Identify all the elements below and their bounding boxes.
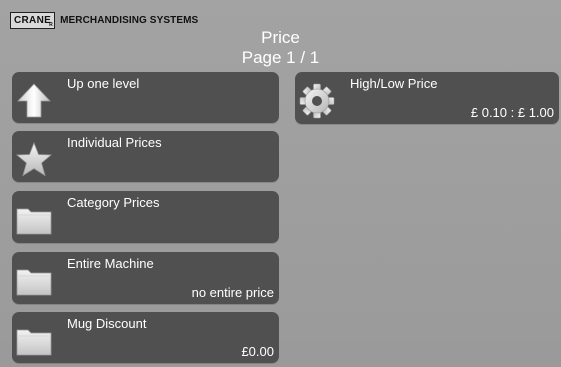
folder-icon	[15, 261, 53, 299]
category-prices-button[interactable]: Category Prices	[12, 191, 279, 243]
entire-machine-label: Entire Machine	[67, 256, 154, 271]
up-one-level-label: Up one level	[67, 76, 140, 91]
mug-discount-button[interactable]: Mug Discount £0.00	[12, 312, 279, 363]
crane-logo: CRANE R MERCHANDISING SYSTEMS	[10, 12, 198, 29]
logo-brand: CRANE	[14, 15, 52, 26]
logo-tagline: MERCHANDISING SYSTEMS	[60, 15, 199, 26]
page-title: Price	[261, 28, 300, 47]
folder-icon	[15, 321, 53, 359]
entire-machine-value: no entire price	[191, 285, 274, 300]
folder-icon	[15, 200, 53, 238]
high-low-price-label: High/Low Price	[350, 76, 438, 91]
category-prices-label: Category Prices	[67, 195, 160, 210]
logo-brand-box: CRANE R	[10, 12, 56, 29]
high-low-price-button[interactable]: High/Low Price £ 0.10 : £ 1.00	[295, 72, 559, 124]
entire-machine-button[interactable]: Entire Machine no entire price	[12, 252, 279, 304]
high-low-price-value: £ 0.10 : £ 1.00	[470, 105, 554, 120]
up-arrow-icon	[15, 81, 53, 119]
mug-discount-value: £0.00	[241, 344, 274, 359]
page-indicator: Page 1 / 1	[241, 48, 320, 67]
star-icon	[15, 140, 53, 178]
individual-prices-label: Individual Prices	[67, 135, 162, 150]
price-menu-screen: CRANE R MERCHANDISING SYSTEMS Price Page …	[0, 0, 561, 367]
mug-discount-label: Mug Discount	[67, 316, 147, 331]
individual-prices-button[interactable]: Individual Prices	[12, 131, 279, 182]
gear-icon	[298, 81, 336, 119]
up-one-level-button[interactable]: Up one level	[12, 72, 279, 123]
